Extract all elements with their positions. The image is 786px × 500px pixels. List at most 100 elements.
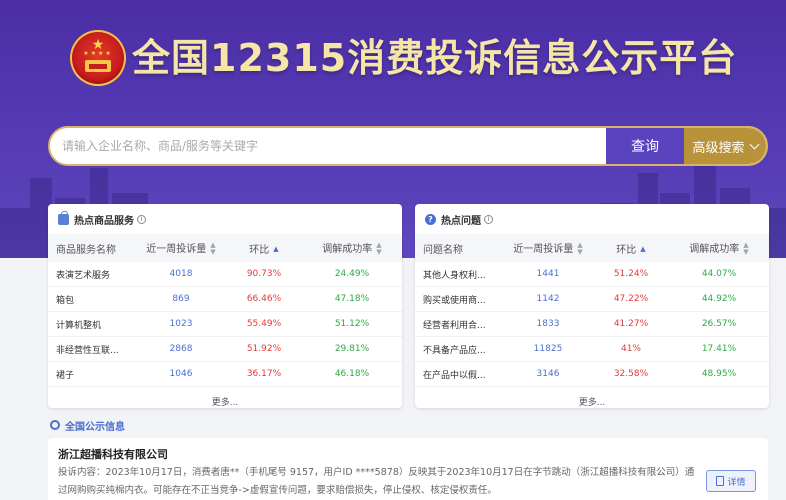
complaint-count: 1441 — [536, 269, 560, 279]
mediation-rate: 29.81% — [334, 344, 370, 354]
issue-name[interactable]: 经营者利用合... — [415, 318, 503, 331]
column-header-count[interactable]: 近一周投诉量 ▲ ▼ — [136, 240, 226, 256]
table-row[interactable]: 非经营性互联... 2868 51.92% 29.81% — [48, 337, 402, 362]
table-header: 问题名称 近一周投诉量 ▲ ▼ 环比 ▲ 调解成功率 ▲ ▼ — [415, 234, 769, 262]
ratio-value: 51.24% — [613, 269, 649, 279]
sort-icon: ▲ ▼ — [376, 241, 382, 256]
complaint-count: 1833 — [536, 319, 560, 329]
column-header-count[interactable]: 近一周投诉量 ▲ ▼ — [503, 240, 593, 256]
sort-up-icon: ▲ — [640, 245, 646, 253]
issue-name[interactable]: 购买或使用商... — [415, 293, 503, 306]
column-header-count-label: 近一周投诉量 — [146, 244, 207, 255]
complaint-count: 1046 — [169, 369, 193, 379]
mediation-rate: 17.41% — [701, 344, 737, 354]
ratio-value: 90.73% — [246, 269, 282, 279]
site-title: 全国12315消费投诉信息公示平台 — [132, 36, 738, 80]
column-header-rate-label: 调解成功率 — [322, 244, 373, 255]
panel-header: 热点商品服务 i — [48, 204, 402, 234]
column-header-name: 商品服务名称 — [56, 244, 116, 256]
complaint-count: 3146 — [536, 369, 560, 379]
issue-name[interactable]: 在产品中以假... — [415, 368, 503, 381]
column-header-ratio[interactable]: 环比 ▲ — [593, 241, 669, 256]
info-icon[interactable]: i — [137, 214, 146, 224]
mediation-rate: 24.49% — [334, 269, 370, 279]
column-header-rate[interactable]: 调解成功率 ▲ ▼ — [302, 240, 402, 256]
table-row[interactable]: 购买或使用商... 1142 47.22% 44.92% — [415, 287, 769, 312]
table-row[interactable]: 表演艺术服务 4018 90.73% 24.49% — [48, 262, 402, 287]
search-bar: 查询 高级搜索 — [48, 126, 768, 166]
circle-icon — [50, 420, 60, 430]
column-header-count-label: 近一周投诉量 — [513, 244, 574, 255]
complaint-count: 4018 — [169, 269, 193, 279]
column-header-name: 问题名称 — [423, 244, 463, 256]
detail-button[interactable]: 详情 — [706, 470, 756, 492]
mediation-rate: 44.07% — [701, 269, 737, 279]
mediation-rate: 44.92% — [701, 294, 737, 304]
national-emblem-icon: ★ ★★★★ — [70, 30, 126, 86]
complaint-count: 1142 — [536, 294, 560, 304]
detail-label: 详情 — [727, 477, 746, 488]
announcements-title: 全国公示信息 — [65, 421, 125, 433]
page: ★ ★★★★ 全国12315消费投诉信息公示平台 查询 高级搜索 热点商品服务 … — [0, 0, 786, 500]
mediation-rate: 46.18% — [334, 369, 370, 379]
complaint-count: 1023 — [169, 319, 193, 329]
query-button[interactable]: 查询 — [606, 128, 684, 164]
search-input[interactable] — [50, 128, 606, 164]
more-link[interactable]: 更多... — [415, 387, 769, 408]
table-row[interactable]: 不具备产品应... 11825 41% 17.41% — [415, 337, 769, 362]
announcements-header: 全国公示信息 — [50, 418, 125, 433]
product-name[interactable]: 非经营性互联... — [48, 343, 136, 356]
column-header-ratio-label: 环比 — [616, 244, 637, 256]
ratio-value: 41.27% — [613, 319, 649, 329]
notice-content: 投诉内容：2023年10月17日，消费者唐**（手机尾号 9157，用户ID *… — [58, 467, 695, 496]
notice-company[interactable]: 浙江超播科技有限公司 — [58, 446, 168, 462]
column-header-rate[interactable]: 调解成功率 ▲ ▼ — [669, 240, 769, 256]
info-icon[interactable]: i — [484, 214, 493, 224]
document-icon — [716, 476, 725, 486]
hot-products-panel: 热点商品服务 i 商品服务名称 近一周投诉量 ▲ ▼ 环比 ▲ 调解成功率 ▲ ▼ 表演艺… — [48, 204, 402, 408]
column-header-rate-label: 调解成功率 — [689, 244, 740, 255]
table-row[interactable]: 箱包 869 66.46% 47.18% — [48, 287, 402, 312]
panel-title: 热点问题 — [441, 215, 481, 227]
complaint-count: 2868 — [169, 344, 193, 354]
hot-issues-panel: ? 热点问题 i 问题名称 近一周投诉量 ▲ ▼ 环比 ▲ 调解成功率 ▲ ▼ 其他人身权… — [415, 204, 769, 408]
table-row[interactable]: 经营者利用合... 1833 41.27% 26.57% — [415, 312, 769, 337]
advanced-search-label: 高级搜索 — [692, 140, 745, 156]
sort-icon: ▲ ▼ — [210, 241, 216, 256]
complaint-count: 869 — [172, 294, 190, 304]
complaint-count: 11825 — [533, 344, 563, 354]
issue-name[interactable]: 不具备产品应... — [415, 343, 503, 356]
sort-icon: ▲ ▼ — [577, 241, 583, 256]
ratio-value: 36.17% — [246, 369, 282, 379]
ratio-value: 66.46% — [246, 294, 282, 304]
table-row[interactable]: 计算机整机 1023 55.49% 51.12% — [48, 312, 402, 337]
ratio-value: 32.58% — [613, 369, 649, 379]
table-row[interactable]: 其他人身权利... 1441 51.24% 44.07% — [415, 262, 769, 287]
sort-icon: ▲ ▼ — [743, 241, 749, 256]
ratio-value: 41% — [620, 344, 641, 354]
ratio-value: 51.92% — [246, 344, 282, 354]
mediation-rate: 51.12% — [334, 319, 370, 329]
product-name[interactable]: 表演艺术服务 — [48, 268, 136, 281]
ratio-value: 47.22% — [613, 294, 649, 304]
table-row[interactable]: 裙子 1046 36.17% 46.18% — [48, 362, 402, 387]
question-circle-icon: ? — [425, 213, 436, 225]
shopping-bag-icon — [58, 210, 69, 225]
sort-up-icon: ▲ — [273, 245, 279, 253]
product-name[interactable]: 计算机整机 — [48, 318, 136, 331]
more-link[interactable]: 更多... — [48, 387, 402, 408]
chevron-down-icon — [749, 139, 759, 149]
column-header-ratio[interactable]: 环比 ▲ — [226, 241, 302, 256]
notice-card: 浙江超播科技有限公司 投诉内容：2023年10月17日，消费者唐**（手机尾号 … — [48, 438, 768, 500]
panel-header: ? 热点问题 i — [415, 204, 769, 234]
product-name[interactable]: 箱包 — [48, 293, 136, 306]
mediation-rate: 48.95% — [701, 369, 737, 379]
issue-name[interactable]: 其他人身权利... — [415, 268, 503, 281]
mediation-rate: 26.57% — [701, 319, 737, 329]
mediation-rate: 47.18% — [334, 294, 370, 304]
product-name[interactable]: 裙子 — [48, 368, 136, 381]
table-row[interactable]: 在产品中以假... 3146 32.58% 48.95% — [415, 362, 769, 387]
ratio-value: 55.49% — [246, 319, 282, 329]
column-header-ratio-label: 环比 — [249, 244, 270, 256]
advanced-search-button[interactable]: 高级搜索 — [684, 128, 766, 164]
